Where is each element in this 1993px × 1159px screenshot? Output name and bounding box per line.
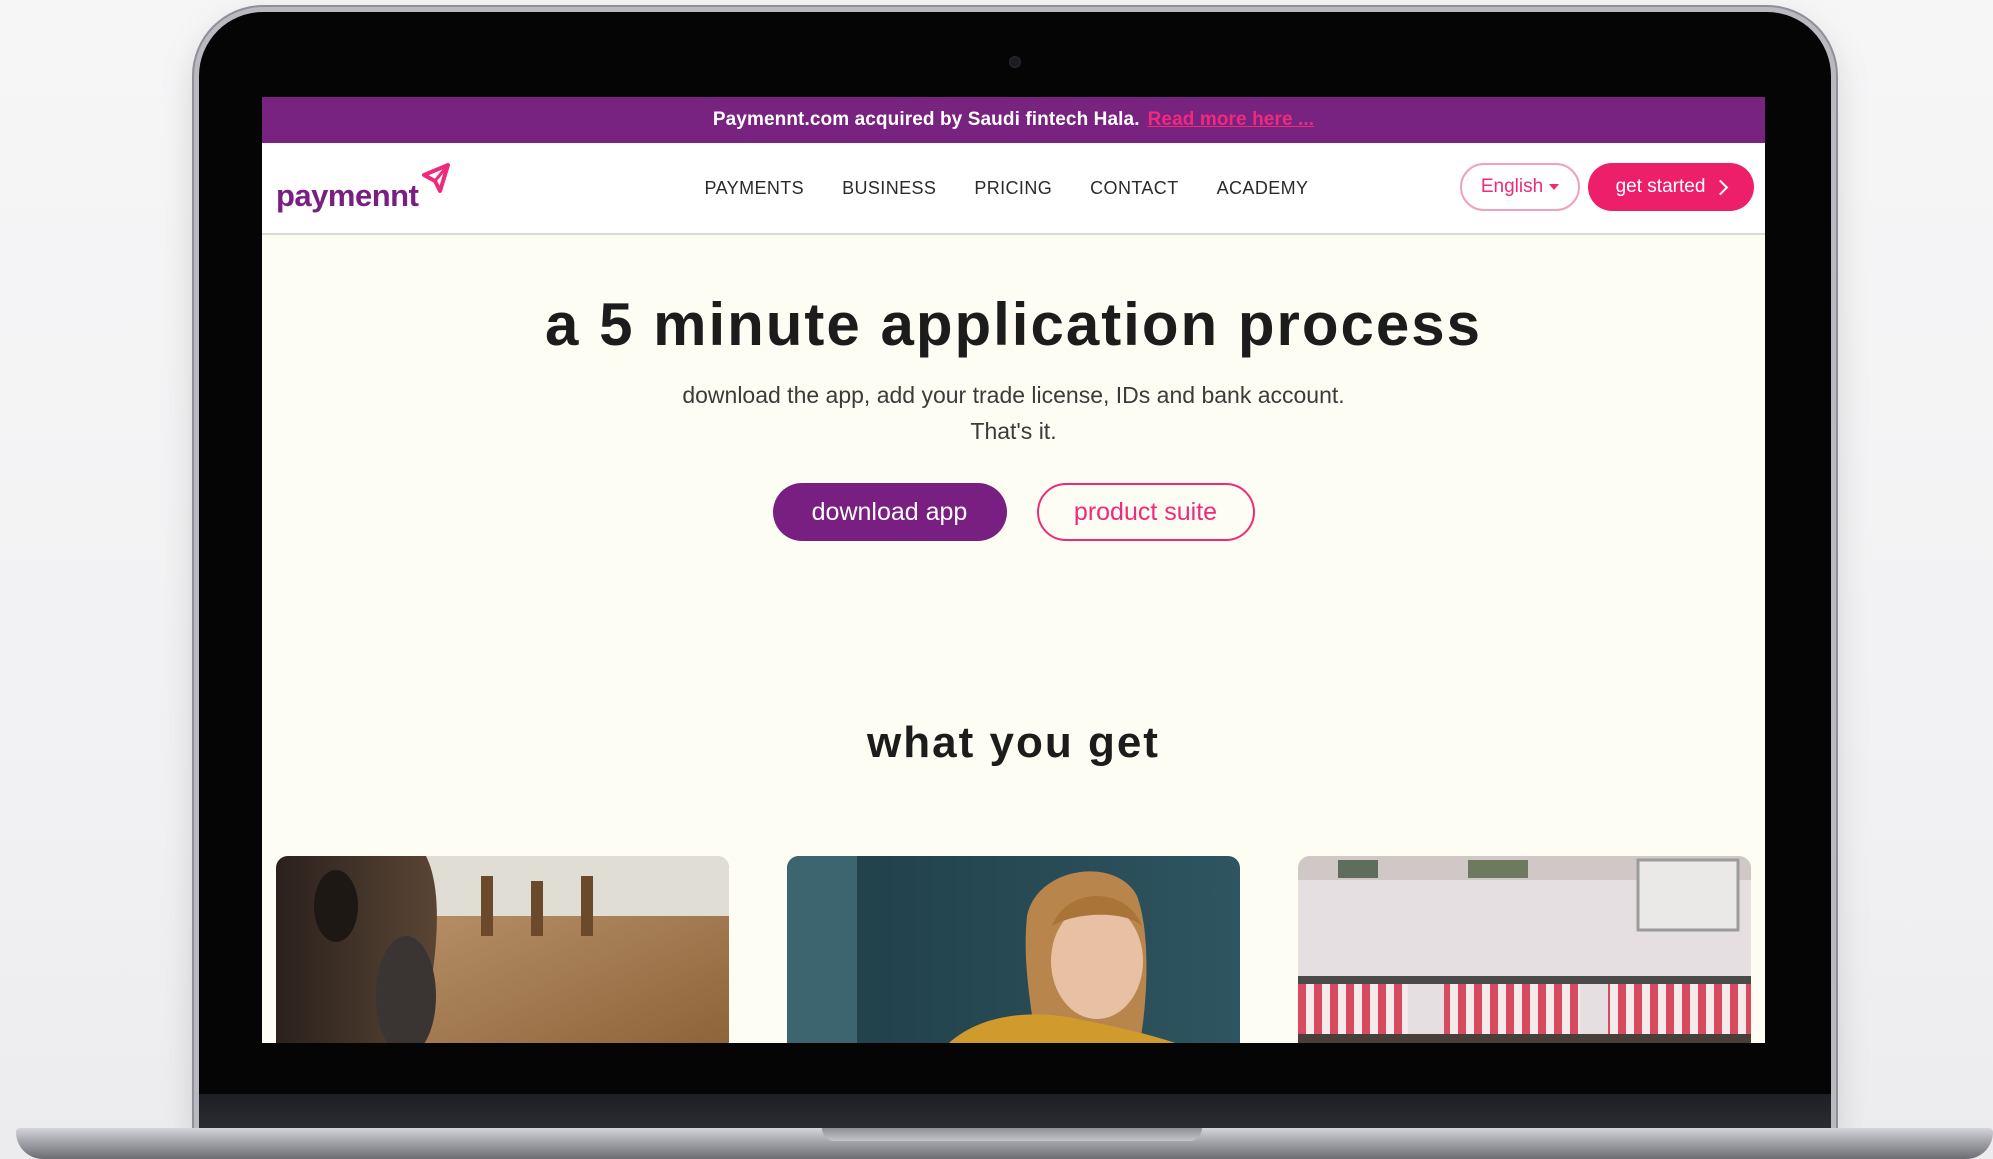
hero-buttons: download app product suite <box>262 483 1765 541</box>
photo-storefront-awnings <box>1298 856 1751 1043</box>
hero-section: a 5 minute application process download … <box>262 235 1765 541</box>
caret-down-icon <box>1549 184 1560 190</box>
hero-title: a 5 minute application process <box>545 291 1482 358</box>
photo-man-at-table <box>276 856 729 1043</box>
feature-card-image-1[interactable] <box>276 856 729 1043</box>
webcam <box>1009 56 1021 68</box>
chevron-right-icon <box>1713 179 1729 195</box>
language-label: English <box>1480 176 1544 197</box>
laptop-chin <box>199 1094 1831 1132</box>
announcement-bar: Paymennt.com acquired by Saudi fintech H… <box>262 97 1765 143</box>
hero-subtitle: download the app, add your trade license… <box>682 382 1345 444</box>
feature-card-image-2[interactable] <box>787 856 1240 1043</box>
laptop-base-notch <box>822 1128 1202 1141</box>
photo-woman-smiling <box>787 856 1240 1043</box>
what-you-get-title: what you get <box>867 718 1160 767</box>
language-dropdown[interactable]: English <box>1460 163 1580 211</box>
nav-item-payments[interactable]: PAYMENTS <box>705 178 805 199</box>
product-suite-button[interactable]: product suite <box>1036 483 1255 541</box>
nav-item-academy[interactable]: ACADEMY <box>1217 178 1309 199</box>
announcement-link[interactable]: Read more here ... <box>1148 109 1315 131</box>
feature-card-image-3[interactable] <box>1298 856 1751 1043</box>
laptop-screen: Paymennt.com acquired by Saudi fintech H… <box>262 97 1765 1043</box>
navbar: paymennt PAYMENTS BUSINESS PRICING CONTA… <box>262 143 1765 235</box>
download-app-button[interactable]: download app <box>772 483 1007 541</box>
get-started-button[interactable]: get started <box>1588 163 1754 211</box>
nav-item-contact[interactable]: CONTACT <box>1090 178 1178 199</box>
get-started-label: get started <box>1615 176 1706 197</box>
nav-item-pricing[interactable]: PRICING <box>974 178 1052 199</box>
nav-item-business[interactable]: BUSINESS <box>842 178 936 199</box>
feature-cards <box>276 856 1752 1043</box>
announcement-text: Paymennt.com acquired by Saudi fintech H… <box>712 109 1140 130</box>
